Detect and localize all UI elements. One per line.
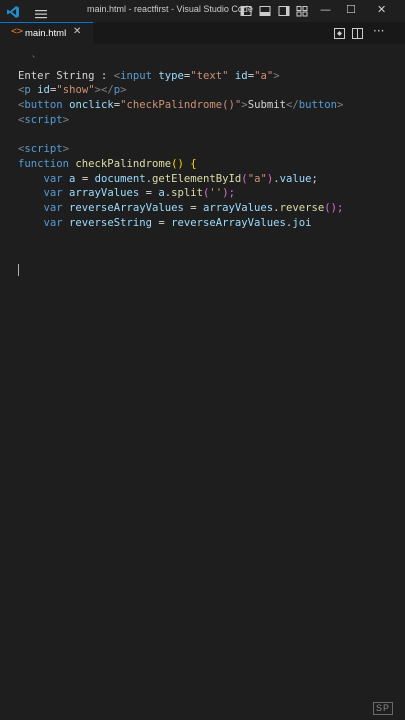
maximize-button[interactable]: ☐: [346, 3, 356, 16]
close-window-button[interactable]: ✕: [377, 3, 386, 16]
code-line-8: var arrayValues = a.split('');: [43, 187, 235, 200]
code-line-fragment: `: [18, 55, 38, 67]
code-line-10: var reverseString = reverseArrayValues.j…: [43, 216, 312, 229]
toggle-secondary-sidebar-icon[interactable]: [278, 5, 290, 17]
customize-layout-icon[interactable]: [296, 5, 308, 17]
vscode-logo-icon[interactable]: [6, 4, 20, 18]
toggle-panel-icon[interactable]: [259, 5, 271, 17]
code-line-6: function checkPalindrome() {: [18, 157, 197, 170]
minimize-button[interactable]: —: [320, 3, 331, 16]
toggle-primary-sidebar-icon[interactable]: [240, 5, 252, 17]
tab-close-button[interactable]: ✕: [73, 26, 81, 37]
open-preview-icon[interactable]: [334, 28, 345, 39]
hamburger-menu-icon[interactable]: [34, 5, 48, 19]
title-bar: main.html - reactfirst - Visual Studio C…: [0, 0, 405, 22]
html-file-icon: <>: [11, 26, 24, 37]
split-editor-icon[interactable]: [352, 28, 363, 39]
code-line-5: <script>: [18, 143, 70, 156]
more-actions-icon[interactable]: ···: [373, 24, 384, 38]
tab-label: main.html: [25, 28, 67, 39]
code-editor[interactable]: ` Enter String : <input type="text" id="…: [0, 44, 405, 720]
text-cursor: [18, 264, 19, 276]
code-content[interactable]: ` Enter String : <input type="text" id="…: [18, 54, 343, 230]
code-line-3: <button onclick="checkPalindrome()">Subm…: [18, 99, 344, 112]
watermark-logo: SP: [373, 702, 394, 715]
code-line-4: <script>: [18, 113, 70, 126]
code-line-1: Enter String : <input type="text" id="a"…: [18, 69, 280, 82]
code-line-2: <p id="show"></p>: [18, 84, 127, 97]
code-line-9: var reverseArrayValues = arrayValues.rev…: [43, 202, 344, 215]
code-line-7: var a = document.getElementById("a").val…: [43, 172, 318, 185]
editor-tab-bar: <> main.html ✕ ···: [0, 22, 405, 44]
tab-main-html[interactable]: <> main.html ✕: [0, 22, 93, 44]
